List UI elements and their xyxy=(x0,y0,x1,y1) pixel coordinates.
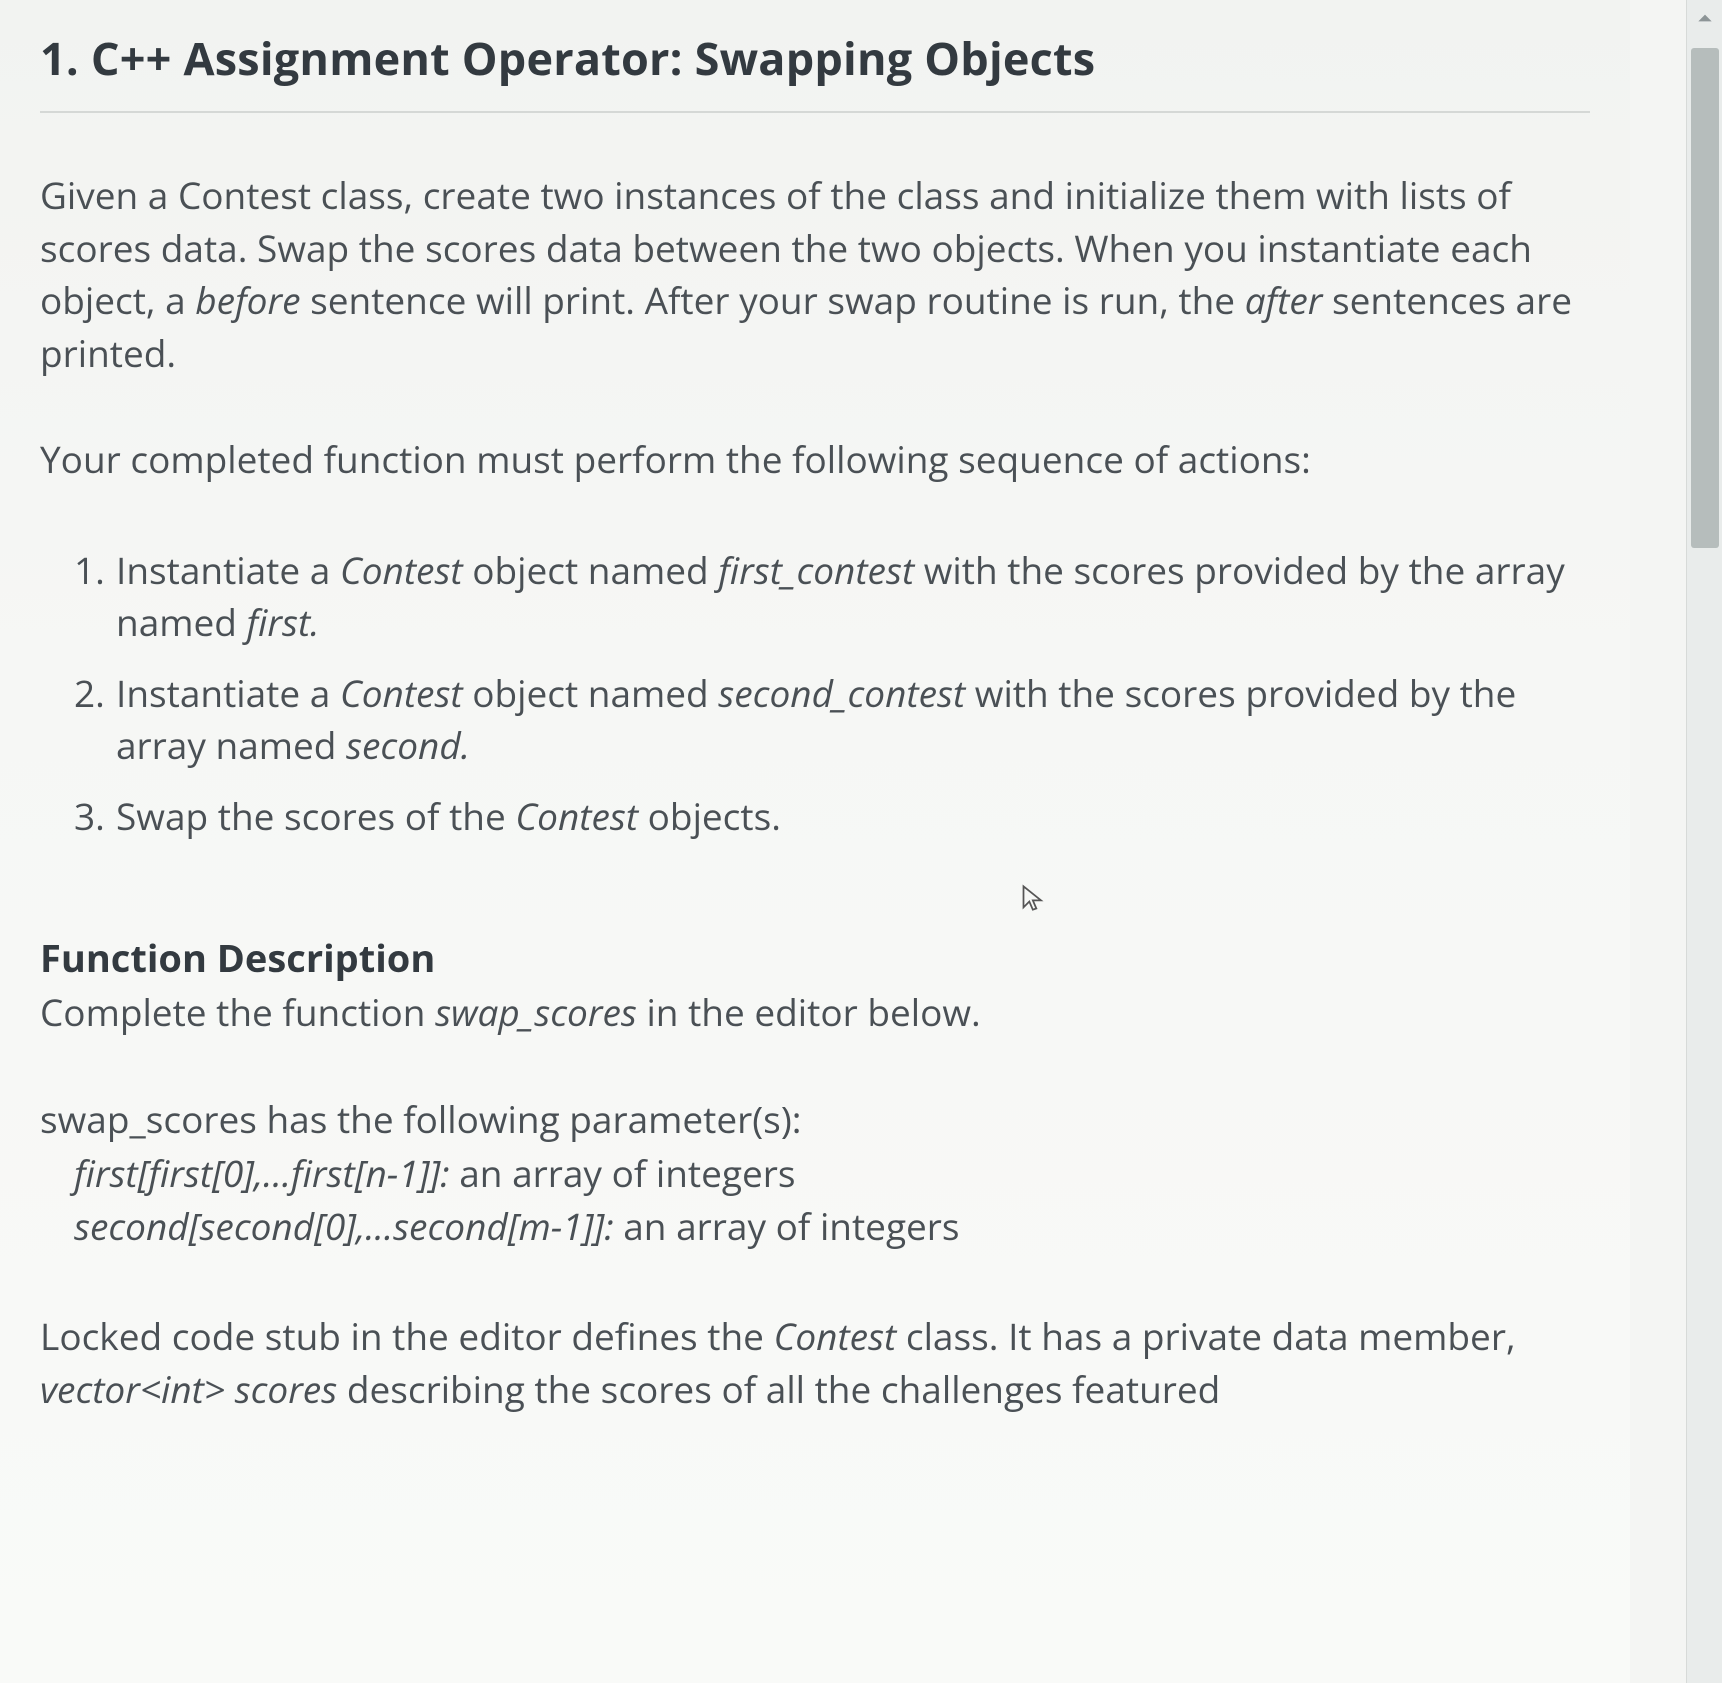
step-1: 1. Instantiate a Contest object named fi… xyxy=(74,544,1590,649)
problem-statement: 1. C++ Assignment Operator: Swapping Obj… xyxy=(0,0,1630,1683)
var-name: first_contest xyxy=(718,544,914,595)
var-name: second. xyxy=(346,719,470,770)
text: Complete the function xyxy=(40,986,435,1037)
param-desc: an array of integers xyxy=(614,1200,960,1251)
param-first: first[first[0],...first[n-1]]: an array … xyxy=(40,1147,1590,1200)
text: objects. xyxy=(638,790,781,841)
param-desc: an array of integers xyxy=(450,1147,796,1198)
text: class. It has a private data member, xyxy=(896,1310,1515,1361)
class-name: Contest xyxy=(515,790,638,841)
step-number: 1. xyxy=(74,544,105,597)
step-2: 2. Instantiate a Contest object named se… xyxy=(74,667,1590,772)
function-description-body: Complete the function swap_scores in the… xyxy=(40,986,1590,1039)
text: in the editor below. xyxy=(637,986,981,1037)
function-name: swap_scores xyxy=(435,986,637,1037)
var-name: first. xyxy=(247,596,320,647)
chevron-up-icon xyxy=(1695,8,1715,28)
text: object named xyxy=(463,667,719,718)
function-description-heading: Function Description xyxy=(40,932,1590,984)
sequence-intro: Your completed function must perform the… xyxy=(40,433,1590,486)
text: Instantiate a xyxy=(116,667,340,718)
step-number: 2. xyxy=(74,667,105,720)
text: Locked code stub in the editor defines t… xyxy=(40,1310,774,1361)
type-name: vector<int> scores xyxy=(40,1363,337,1414)
parameters-intro: swap_scores has the following parameter(… xyxy=(40,1093,1590,1146)
step-3: 3. Swap the scores of the Contest object… xyxy=(74,790,1590,843)
param-signature: second[second[0],...second[m-1]]: xyxy=(74,1200,614,1251)
text: describing the scores of all the challen… xyxy=(337,1363,1220,1414)
emphasis-before: before xyxy=(195,274,300,325)
locked-code-paragraph: Locked code stub in the editor defines t… xyxy=(40,1310,1590,1415)
parameters-list: first[first[0],...first[n-1]]: an array … xyxy=(40,1147,1590,1252)
scrollbar-thumb[interactable] xyxy=(1691,48,1719,548)
text: object named xyxy=(463,544,719,595)
vertical-scrollbar[interactable] xyxy=(1686,0,1722,1683)
param-signature: first[first[0],...first[n-1]]: xyxy=(74,1147,450,1198)
class-name: Contest xyxy=(340,667,463,718)
class-name: Contest xyxy=(774,1310,897,1361)
text: Instantiate a xyxy=(116,544,340,595)
text: sentence will print. After your swap rou… xyxy=(301,274,1245,325)
page-title: 1. C++ Assignment Operator: Swapping Obj… xyxy=(40,28,1590,113)
scroll-up-button[interactable] xyxy=(1687,0,1722,36)
var-name: second_contest xyxy=(718,667,965,718)
intro-paragraph: Given a Contest class, create two instan… xyxy=(40,169,1590,379)
text: Swap the scores of the xyxy=(116,790,515,841)
param-second: second[second[0],...second[m-1]]: an arr… xyxy=(40,1200,1590,1253)
class-name: Contest xyxy=(340,544,463,595)
action-steps-list: 1. Instantiate a Contest object named fi… xyxy=(74,544,1590,843)
step-number: 3. xyxy=(74,790,105,843)
emphasis-after: after xyxy=(1245,274,1323,325)
